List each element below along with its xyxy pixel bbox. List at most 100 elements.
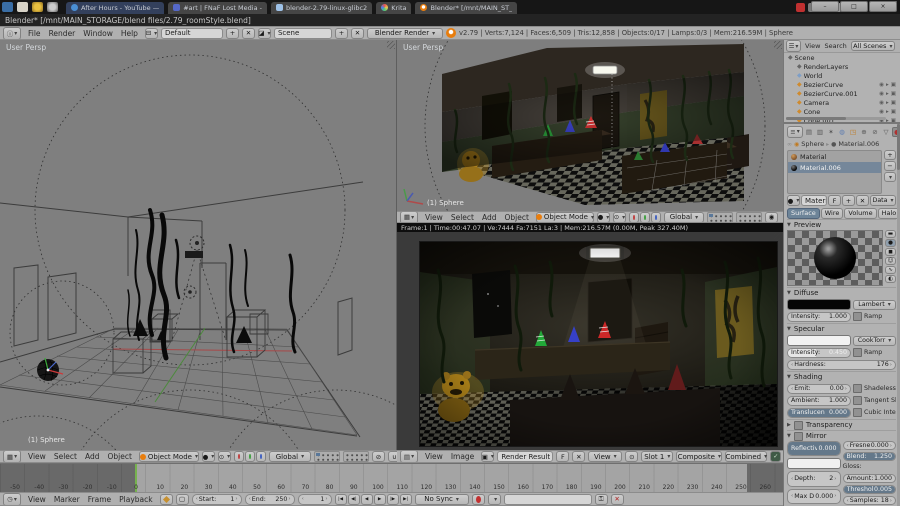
specular-ramp-checkbox[interactable]: Ramp xyxy=(853,348,882,357)
app-launcher-icon[interactable] xyxy=(2,2,13,12)
render-slot-select[interactable]: Slot 1 xyxy=(641,451,674,462)
render-camera-icon[interactable]: ▣ xyxy=(891,82,896,88)
browser-icon[interactable] xyxy=(32,2,43,12)
notification-icon[interactable] xyxy=(795,2,805,12)
current-frame-field[interactable]: ‹ 1 › xyxy=(297,493,332,505)
playback-button[interactable]: ▶| xyxy=(399,493,412,505)
draw-channels-color-button[interactable]: ✓ xyxy=(770,451,782,462)
transform-orientation-select[interactable]: Global xyxy=(268,451,311,462)
menu-item[interactable]: View xyxy=(421,213,447,222)
render-camera-icon[interactable]: ▣ xyxy=(891,109,896,115)
menu-item[interactable]: Render xyxy=(45,29,80,38)
mode-select[interactable]: Object Mode xyxy=(535,212,594,222)
render-camera-icon[interactable]: ▣ xyxy=(891,91,896,97)
tab-modifiers-icon[interactable]: ⊘ xyxy=(870,127,880,137)
eye-icon[interactable]: ◉ xyxy=(879,109,884,115)
gloss-samples-field[interactable]: ‹ Samples: 18 › xyxy=(842,496,896,505)
pivot-center-button[interactable]: ⊙ xyxy=(217,451,231,462)
menu-item[interactable]: Playback xyxy=(115,495,156,504)
shading-section-header[interactable]: ▼ Shading xyxy=(787,371,896,382)
translate-manipulator-button[interactable] xyxy=(233,451,244,462)
preview-sky-button[interactable]: ◐ xyxy=(885,275,896,283)
select-arrow-icon[interactable]: ▸ xyxy=(886,100,889,106)
new-material-button[interactable]: + xyxy=(842,195,855,206)
viewport-shading-button[interactable]: ● xyxy=(201,451,215,462)
layers-widget[interactable] xyxy=(313,451,340,462)
slot-specials-button[interactable] xyxy=(884,172,896,182)
menu-item[interactable]: Object xyxy=(103,452,135,461)
specular-hardness-slider[interactable]: ‹ Hardness: 176 › xyxy=(787,359,896,370)
frame-start-field[interactable]: ‹ Start: 1 › xyxy=(191,493,242,505)
render-engine-select[interactable]: Blender Render xyxy=(366,27,443,39)
menu-item[interactable]: View xyxy=(24,495,50,504)
specular-shader-select[interactable]: CookTorr xyxy=(853,335,896,346)
outliner-item[interactable]: ◆ RenderLayers ◉ ▸ ▣ xyxy=(784,62,900,71)
scale-manipulator-button[interactable] xyxy=(650,212,661,222)
tab-render-layers-icon[interactable]: ▥ xyxy=(815,127,825,137)
menu-item[interactable]: View xyxy=(803,42,822,50)
material-type-tab[interactable]: Wire xyxy=(820,207,844,219)
files-icon[interactable] xyxy=(17,2,28,12)
material-type-tab[interactable]: Surface xyxy=(787,207,820,219)
editor-type-image-icon[interactable]: ▤ xyxy=(400,451,418,462)
diffuse-section-header[interactable]: ▼ Diffuse xyxy=(787,287,896,298)
mirror-maxdist-field[interactable]: ‹ Max Dist:0.000› xyxy=(787,488,841,504)
tab-render-icon[interactable]: ▤ xyxy=(804,127,814,137)
select-arrow-icon[interactable]: ▸ xyxy=(886,118,889,123)
preview-section-header[interactable]: ▼ Preview xyxy=(787,219,896,230)
eye-icon[interactable]: ◉ xyxy=(879,91,884,97)
unlink-image-button[interactable]: ✕ xyxy=(572,451,586,462)
menu-item[interactable]: View xyxy=(421,452,447,461)
area-resize-grip[interactable] xyxy=(774,233,782,241)
outliner-item[interactable]: ◆ Cone ◉ ▸ ▣ xyxy=(784,107,900,116)
select-arrow-icon[interactable]: ▸ xyxy=(886,91,889,97)
playback-button[interactable]: |▶ xyxy=(386,493,399,505)
fake-user-button[interactable]: F xyxy=(556,451,570,462)
cubic-interpolation-checkbox[interactable]: Cubic Interpolati xyxy=(853,408,896,417)
outliner-hscrollbar[interactable] xyxy=(786,117,886,120)
fake-user-button[interactable]: F xyxy=(828,195,841,206)
tab-world-icon[interactable]: ◍ xyxy=(837,127,847,137)
render-opengl-button[interactable]: ◉ xyxy=(764,212,778,222)
pivot-center-button[interactable]: ⊙ xyxy=(612,212,626,222)
timeline-ruler[interactable]: -50 -40 -30 -20 -10 0 10 20 30 40 50 60 70 80 90 100 110… xyxy=(0,463,783,492)
image-editor[interactable] xyxy=(397,232,783,450)
specular-color-swatch[interactable] xyxy=(787,335,851,346)
ambient-field[interactable]: Ambient: 1.000 xyxy=(787,395,851,406)
frame-end-field[interactable]: ‹ End: 250 › xyxy=(244,493,295,505)
window-control-button[interactable]: × xyxy=(869,1,897,12)
menu-item[interactable]: Frame xyxy=(84,495,115,504)
outliner-item[interactable]: ◆ World ◉ ▸ ▣ xyxy=(784,71,900,80)
menu-item[interactable]: File xyxy=(24,29,45,38)
diffuse-intensity-slider[interactable]: Intensity: 1.000 xyxy=(787,311,851,322)
area-resize-grip[interactable] xyxy=(387,41,395,49)
specular-intensity-slider[interactable]: Intensity: 0.450 xyxy=(787,347,851,358)
transparency-checkbox[interactable] xyxy=(793,420,803,430)
mirror-color-swatch[interactable] xyxy=(787,458,841,470)
reflectivity-slider[interactable]: Reflectivity:0.000 xyxy=(787,441,841,457)
slot-add-button[interactable]: + xyxy=(884,150,896,160)
blend-slider[interactable]: Blend: 1.250 xyxy=(842,452,896,461)
menu-item[interactable]: Select xyxy=(447,213,478,222)
outliner-item[interactable]: ◆ BezierCurve.001 ◉ ▸ ▣ xyxy=(784,89,900,98)
snap-button[interactable]: ∪ xyxy=(387,451,397,462)
scene-add-button[interactable]: + xyxy=(334,27,348,39)
material-type-tab[interactable]: Volume xyxy=(844,207,877,219)
lock-time-button[interactable]: ▢ xyxy=(175,493,189,505)
menu-item[interactable]: Add xyxy=(478,213,501,222)
rotate-manipulator-button[interactable] xyxy=(639,212,650,222)
playback-button[interactable]: |◀ xyxy=(334,493,347,505)
viewport-wireframe[interactable]: User Persp (1) Sphere xyxy=(0,40,397,450)
image-name-field[interactable]: Render Result xyxy=(497,451,554,462)
render-camera-icon[interactable]: ▣ xyxy=(891,118,896,123)
keying-set-field[interactable] xyxy=(503,493,592,505)
scale-manipulator-button[interactable] xyxy=(255,451,266,462)
scene-browse-button[interactable]: ◪ xyxy=(257,27,271,39)
area-resize-grip[interactable] xyxy=(774,41,782,49)
preview-sphere-button[interactable]: ● xyxy=(885,239,896,247)
preview-cube-button[interactable]: ◼ xyxy=(885,248,896,256)
pin-icon[interactable]: ⊙ xyxy=(625,451,639,462)
screen-layout-delete-button[interactable]: ✕ xyxy=(241,27,255,39)
diffuse-ramp-checkbox[interactable]: Ramp xyxy=(853,312,882,321)
viewport-shaded[interactable]: User Persp (1) Sphere xyxy=(397,40,783,211)
